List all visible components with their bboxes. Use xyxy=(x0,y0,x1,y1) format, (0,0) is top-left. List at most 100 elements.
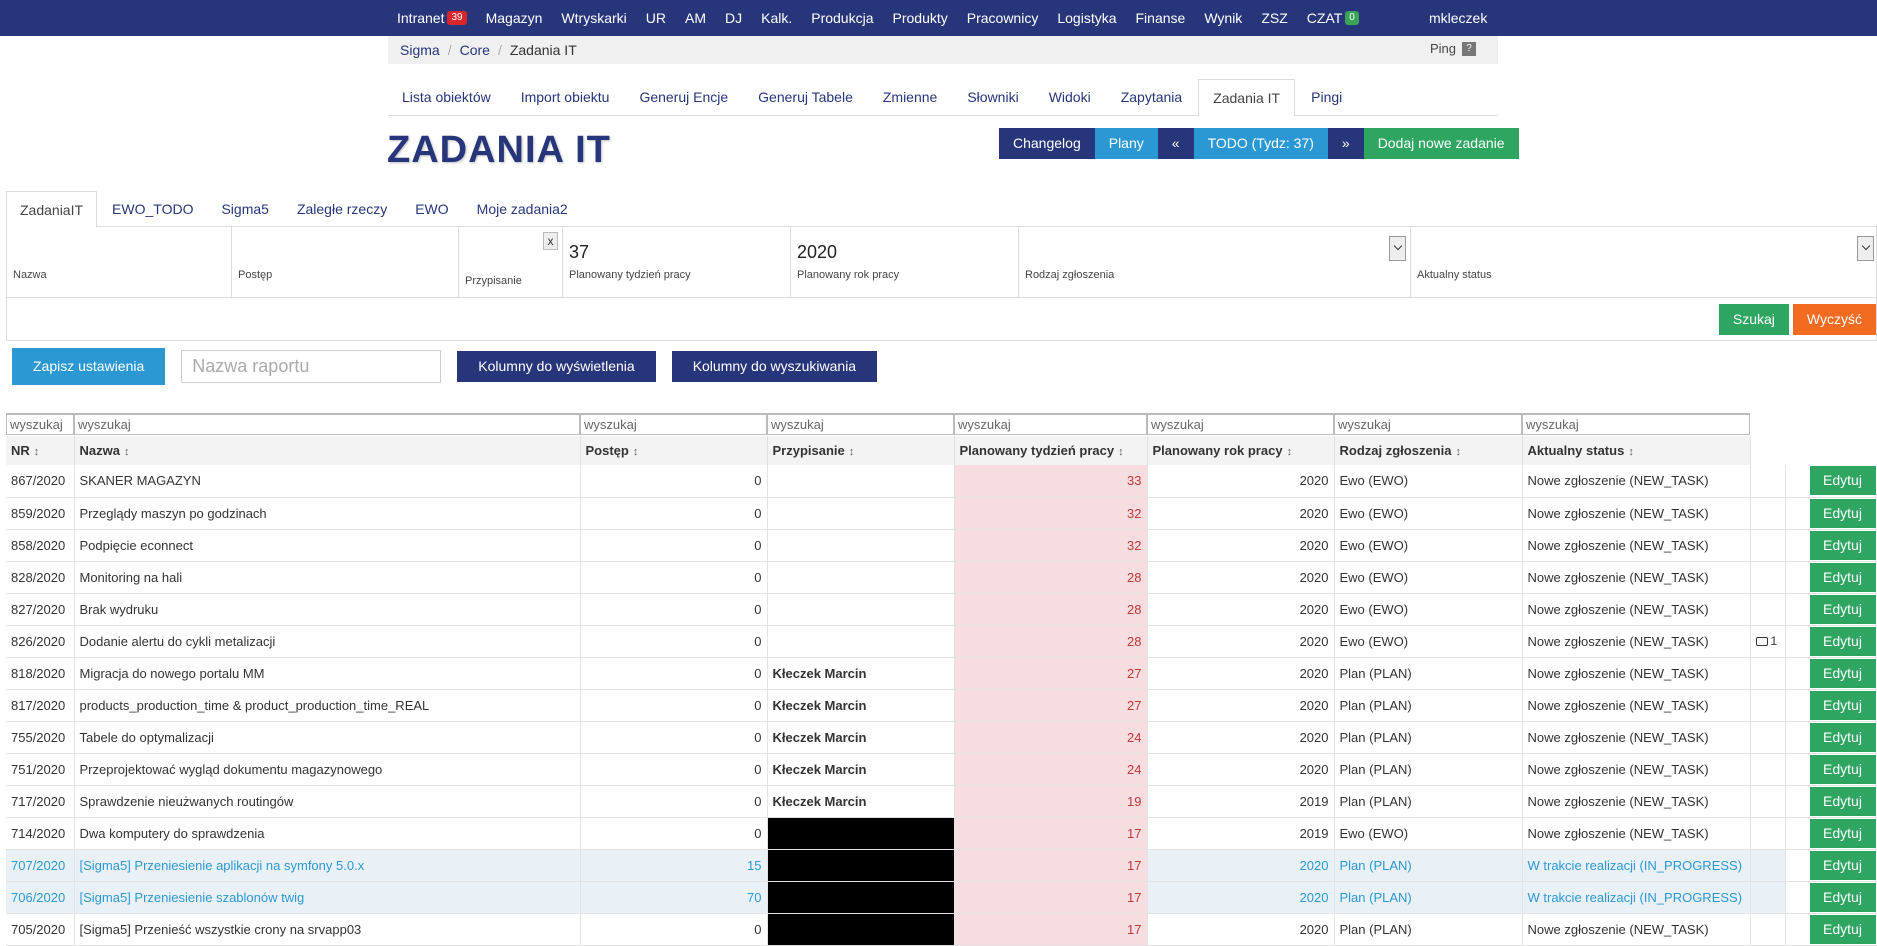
sort-icon[interactable]: ↕ xyxy=(1628,446,1634,458)
table-row[interactable]: 706/2020 [Sigma5] Przeniesienie szablonów… xyxy=(6,881,1877,914)
report-name-input[interactable] xyxy=(181,350,442,383)
column-search-input[interactable] xyxy=(1334,413,1522,435)
nav-item-kalk[interactable]: Kalk. xyxy=(761,10,792,26)
nav-item-zsz[interactable]: ZSZ xyxy=(1261,10,1287,26)
column-header[interactable]: Nazwa ↕ xyxy=(74,436,581,465)
todo-week-button[interactable]: TODO (Tydz: 37) xyxy=(1193,128,1328,159)
tab-zapytania[interactable]: Zapytania xyxy=(1107,79,1196,115)
edit-button[interactable]: Edytuj xyxy=(1809,658,1876,688)
nav-item-produkcja[interactable]: Produkcja xyxy=(811,10,873,26)
tab-import-obiektu[interactable]: Import obiektu xyxy=(507,79,624,115)
search-columns-button[interactable]: Kolumny do wyszukiwania xyxy=(671,351,878,382)
column-header[interactable]: Postęp ↕ xyxy=(580,436,768,465)
nav-item-pracownicy[interactable]: Pracownicy xyxy=(967,10,1039,26)
report-tab-ewo[interactable]: EWO xyxy=(402,191,461,226)
column-search-input[interactable] xyxy=(954,413,1147,435)
nav-item-finanse[interactable]: Finanse xyxy=(1136,10,1186,26)
filter-nazwa[interactable]: Nazwa xyxy=(7,226,232,298)
edit-button[interactable]: Edytuj xyxy=(1809,722,1876,752)
filter-tydzien[interactable]: 37 Planowany tydzień pracy xyxy=(563,226,791,298)
column-search-input[interactable] xyxy=(1147,413,1334,435)
edit-button[interactable]: Edytuj xyxy=(1809,690,1876,720)
nav-item-czat[interactable]: CZAT 0 xyxy=(1307,10,1359,26)
table-row[interactable]: 714/2020 Dwa komputery do sprawdzenia 0 17 2… xyxy=(6,817,1877,850)
tab-słowniki[interactable]: Słowniki xyxy=(953,79,1032,115)
column-search-input[interactable] xyxy=(580,413,767,435)
filter-rodzaj[interactable]: Rodzaj zgłoszenia xyxy=(1019,226,1411,298)
column-search-input[interactable] xyxy=(1522,413,1750,435)
nav-item-produkty[interactable]: Produkty xyxy=(893,10,948,26)
edit-button[interactable]: Edytuj xyxy=(1809,882,1876,912)
column-header[interactable]: Planowany rok pracy ↕ xyxy=(1147,436,1335,465)
table-row[interactable]: 817/2020 products_production_time & produ… xyxy=(6,689,1877,722)
report-tab-zaleg-e-rzeczy[interactable]: Zaległe rzeczy xyxy=(284,191,400,226)
ping-indicator[interactable]: Ping ? xyxy=(1430,41,1476,56)
add-task-button[interactable]: Dodaj nowe zadanie xyxy=(1363,128,1519,159)
nav-item-am[interactable]: AM xyxy=(685,10,706,26)
nav-item-dj[interactable]: DJ xyxy=(725,10,742,26)
tab-pingi[interactable]: Pingi xyxy=(1297,79,1356,115)
table-row[interactable]: 818/2020 Migracja do nowego portalu MM 0 Kł… xyxy=(6,657,1877,690)
breadcrumb-item-core[interactable]: Core xyxy=(460,42,490,58)
filter-postep[interactable]: Postęp xyxy=(232,226,459,298)
changelog-button[interactable]: Changelog xyxy=(999,128,1095,159)
tab-zmienne[interactable]: Zmienne xyxy=(869,79,951,115)
edit-button[interactable]: Edytuj xyxy=(1809,818,1876,848)
column-header[interactable]: Przypisanie ↕ xyxy=(767,436,955,465)
nav-item-intranet[interactable]: Intranet 39 xyxy=(397,10,467,26)
clear-button[interactable]: Wyczyść xyxy=(1792,304,1876,335)
filter-rok[interactable]: 2020 Planowany rok pracy xyxy=(791,226,1019,298)
chevron-down-icon[interactable] xyxy=(1857,236,1874,261)
sort-icon[interactable]: ↕ xyxy=(849,446,855,458)
sort-icon[interactable]: ↕ xyxy=(1118,446,1124,458)
edit-button[interactable]: Edytuj xyxy=(1809,850,1876,880)
nav-item-logistyka[interactable]: Logistyka xyxy=(1057,10,1116,26)
report-tab-sigma5[interactable]: Sigma5 xyxy=(208,191,281,226)
plans-button[interactable]: Plany xyxy=(1094,128,1158,159)
help-icon[interactable]: ? xyxy=(1462,41,1476,56)
filter-status[interactable]: Aktualny status xyxy=(1411,226,1877,298)
save-settings-button[interactable]: Zapisz ustawienia xyxy=(12,348,166,385)
nav-item-ur[interactable]: UR xyxy=(646,10,666,26)
sort-icon[interactable]: ↕ xyxy=(633,446,639,458)
tab-lista-obiektów[interactable]: Lista obiektów xyxy=(388,79,505,115)
edit-button[interactable]: Edytuj xyxy=(1809,594,1876,624)
table-row[interactable]: 707/2020 [Sigma5] Przeniesienie aplikacji… xyxy=(6,849,1877,882)
table-row[interactable]: 858/2020 Podpięcie econnect 0 32 2020 Ewo (EW… xyxy=(6,529,1877,562)
table-row[interactable]: 867/2020 SKANER MAGAZYN 0 33 2020 Ewo (EWO) No… xyxy=(6,465,1877,498)
search-button[interactable]: Szukaj xyxy=(1718,304,1789,335)
sort-icon[interactable]: ↕ xyxy=(1455,446,1461,458)
sort-icon[interactable]: ↕ xyxy=(34,446,40,458)
table-row[interactable]: 705/2020 [Sigma5] Przenieść wszystkie cro… xyxy=(6,913,1877,946)
edit-button[interactable]: Edytuj xyxy=(1809,562,1876,592)
nav-item-wtryskarki[interactable]: Wtryskarki xyxy=(561,10,626,26)
edit-button[interactable]: Edytuj xyxy=(1809,498,1876,528)
tab-generuj-tabele[interactable]: Generuj Tabele xyxy=(744,79,867,115)
edit-button[interactable]: Edytuj xyxy=(1809,754,1876,784)
table-row[interactable]: 751/2020 Przeprojektować wygląd dokumentu… xyxy=(6,753,1877,786)
edit-button[interactable]: Edytuj xyxy=(1809,530,1876,560)
sort-icon[interactable]: ↕ xyxy=(1287,446,1293,458)
table-row[interactable]: 859/2020 Przeglądy maszyn po godzinach 0 32… xyxy=(6,497,1877,530)
edit-button[interactable]: Edytuj xyxy=(1809,786,1876,816)
display-columns-button[interactable]: Kolumny do wyświetlenia xyxy=(457,351,656,382)
column-header[interactable]: Rodzaj zgłoszenia ↕ xyxy=(1334,436,1523,465)
report-tab-moje-zadania2[interactable]: Moje zadania2 xyxy=(464,191,581,226)
tab-generuj-encje[interactable]: Generuj Encje xyxy=(625,79,742,115)
report-tab-zadaniait[interactable]: ZadaniaIT xyxy=(6,191,98,228)
edit-button[interactable]: Edytuj xyxy=(1809,626,1876,656)
table-row[interactable]: 827/2020 Brak wydruku 0 28 2020 Ewo (EWO) Nowe… xyxy=(6,593,1877,626)
column-search-input[interactable] xyxy=(6,413,74,435)
column-header[interactable]: Aktualny status ↕ xyxy=(1522,436,1751,465)
column-header[interactable]: NR ↕ xyxy=(6,436,75,465)
chevron-down-icon[interactable] xyxy=(1389,236,1406,261)
column-search-input[interactable] xyxy=(74,413,580,435)
table-row[interactable]: 826/2020 Dodanie alertu do cykli metaliza… xyxy=(6,625,1877,658)
prev-week-button[interactable]: « xyxy=(1157,128,1194,159)
edit-button[interactable]: Edytuj xyxy=(1809,466,1876,496)
breadcrumb-item-sigma[interactable]: Sigma xyxy=(400,42,440,58)
comments-indicator[interactable]: 1 xyxy=(1755,634,1777,648)
clear-filter-button[interactable]: x xyxy=(543,232,558,250)
user-menu[interactable]: mkleczek xyxy=(1429,0,1487,36)
table-row[interactable]: 828/2020 Monitoring na hali 0 28 2020 Ewo (EW… xyxy=(6,561,1877,594)
